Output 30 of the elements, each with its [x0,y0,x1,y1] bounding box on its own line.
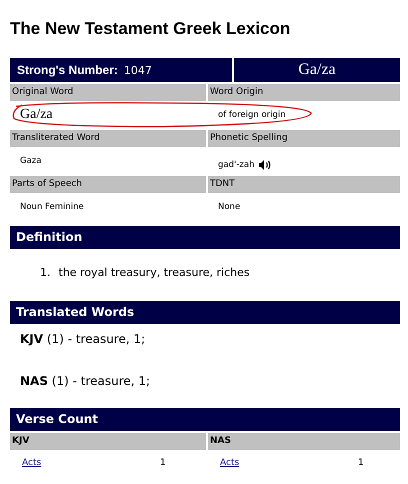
book-link[interactable]: Acts [22,458,160,468]
speaker-icon[interactable] [258,158,272,170]
page-title: The New Testament Greek Lexicon [10,18,292,38]
strongs-label: Strong's Number: [17,63,118,77]
field-value: Ga/za [20,106,53,122]
section-header: Verse Count [10,408,400,431]
field-label: Parts of Speech [10,176,206,193]
section-header: Translated Words [10,301,400,324]
translation-line: KJV (1) - treasure, 1; [19,331,146,348]
field-label: Phonetic Spelling [208,130,400,147]
definition-item: the royal treasury, treasure, riches [58,265,250,281]
field-value: gad'-zah [218,160,254,170]
book-link[interactable]: Acts [220,458,358,468]
column-heading: NAS [208,433,400,450]
verse-count: 1 [358,458,364,468]
verse-count: 1 [160,458,166,468]
column-heading: KJV [10,433,206,450]
field-value: of foreign origin [218,110,286,120]
field-value: None [218,202,240,212]
field-label: Transliterated Word [10,130,206,147]
strongs-number: 1047 [124,64,152,76]
list-number: 1. [40,265,50,281]
field-label: Original Word [10,84,206,101]
translation-line: NAS (1) - treasure, 1; [19,373,152,390]
section-header: Definition [10,226,400,249]
field-label: TDNT [208,176,400,193]
field-label: Word Origin [208,84,400,101]
field-value: Noun Feminine [20,202,84,212]
field-value: Gaza [20,156,42,166]
greek-word-header: Ga/za [234,58,400,82]
